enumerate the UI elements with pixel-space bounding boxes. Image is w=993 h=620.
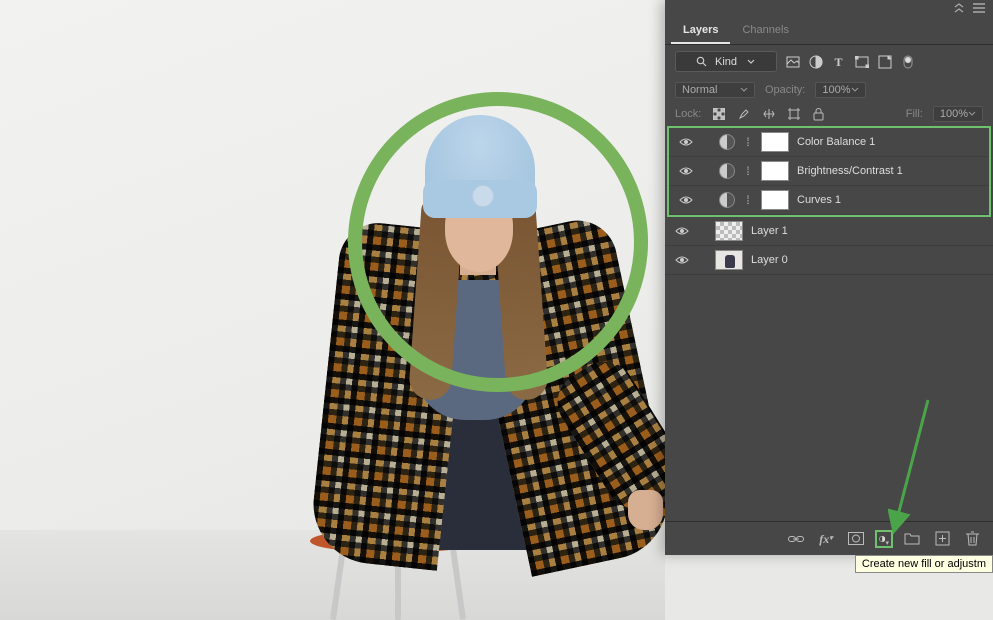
layer-row-adjustment[interactable]: ⁞ Curves 1 (669, 186, 989, 215)
blend-mode-value: Normal (682, 84, 717, 96)
blend-mode-select[interactable]: Normal (675, 82, 755, 98)
annotation-layer-highlight: ⁞ Color Balance 1 ⁞ Brightness/Contrast … (667, 126, 991, 217)
visibility-eye-icon[interactable] (675, 253, 689, 267)
layer-name[interactable]: Layer 0 (751, 254, 983, 266)
opacity-input[interactable]: 100% (815, 82, 865, 98)
visibility-eye-icon[interactable] (679, 164, 693, 178)
tooltip: Create new fill or adjustm (855, 555, 993, 573)
layers-panel-footer: fx▾ ▾ (665, 521, 993, 555)
visibility-eye-icon[interactable] (675, 224, 689, 238)
filter-type-icon[interactable]: T (831, 54, 846, 69)
layer-row[interactable]: Layer 1 (665, 217, 993, 246)
lock-all-icon[interactable] (811, 107, 826, 122)
panel-tabs: Layers Channels (665, 18, 993, 45)
photo-hand (628, 490, 663, 530)
fill-value: 100% (940, 108, 968, 120)
lock-transparency-icon[interactable] (711, 107, 726, 122)
fill-label: Fill: (906, 108, 923, 120)
document-canvas[interactable] (0, 0, 665, 620)
lock-brush-icon[interactable] (736, 107, 751, 122)
layer-mask-thumbnail[interactable] (761, 161, 789, 181)
tab-channels[interactable]: Channels (730, 18, 800, 44)
layer-name[interactable]: Color Balance 1 (797, 136, 979, 148)
lock-row: Lock: Fill: 100% (665, 102, 993, 126)
layer-row[interactable]: Layer 0 (665, 246, 993, 275)
layers-panel: Layers Channels Kind T (665, 0, 993, 555)
layer-mask-thumbnail[interactable] (761, 132, 789, 152)
panel-menu-icon[interactable] (973, 2, 985, 14)
layer-row-adjustment[interactable]: ⁞ Color Balance 1 (669, 128, 989, 157)
filter-kind-label: Kind (715, 56, 737, 68)
adjustment-layer-icon (719, 134, 735, 150)
layer-name[interactable]: Layer 1 (751, 225, 983, 237)
search-icon (694, 54, 709, 69)
mask-link-icon[interactable]: ⁞ (743, 193, 753, 207)
opacity-label: Opacity: (765, 84, 805, 96)
filter-toggle-icon[interactable] (900, 54, 915, 69)
mask-link-icon[interactable]: ⁞ (743, 135, 753, 149)
chevron-down-icon (851, 86, 859, 94)
tab-layers[interactable]: Layers (671, 18, 730, 44)
new-group-icon[interactable] (903, 530, 921, 548)
filter-pixel-icon[interactable] (785, 54, 800, 69)
fill-input[interactable]: 100% (933, 106, 983, 122)
layer-thumbnail[interactable] (715, 250, 743, 270)
new-layer-icon[interactable] (933, 530, 951, 548)
layer-mask-thumbnail[interactable] (761, 190, 789, 210)
photo-beanie-patch (472, 185, 494, 207)
panel-topbar (665, 0, 993, 18)
blend-mode-row: Normal Opacity: 100% (665, 78, 993, 102)
delete-layer-icon[interactable] (963, 530, 981, 548)
layer-thumbnail[interactable] (715, 221, 743, 241)
filter-shape-icon[interactable] (854, 54, 869, 69)
layers-list: ⁞ Color Balance 1 ⁞ Brightness/Contrast … (665, 126, 993, 521)
visibility-eye-icon[interactable] (679, 193, 693, 207)
opacity-value: 100% (822, 84, 850, 96)
new-adjustment-layer-icon[interactable]: ▾ (875, 530, 893, 548)
chevron-down-icon (968, 110, 976, 118)
adjustment-layer-icon (719, 163, 735, 179)
filter-smartobject-icon[interactable] (877, 54, 892, 69)
lock-artboard-icon[interactable] (786, 107, 801, 122)
chevron-down-icon (740, 86, 748, 94)
lock-position-icon[interactable] (761, 107, 776, 122)
lock-label: Lock: (675, 108, 701, 120)
link-layers-icon[interactable] (787, 530, 805, 548)
adjustment-layer-icon (719, 192, 735, 208)
collapse-panel-icon[interactable] (953, 2, 965, 14)
visibility-eye-icon[interactable] (679, 135, 693, 149)
filter-kind-select[interactable]: Kind (675, 51, 777, 72)
chevron-down-icon (743, 54, 758, 69)
layer-name[interactable]: Brightness/Contrast 1 (797, 165, 979, 177)
mask-link-icon[interactable]: ⁞ (743, 164, 753, 178)
layer-name[interactable]: Curves 1 (797, 194, 979, 206)
layer-row-adjustment[interactable]: ⁞ Brightness/Contrast 1 (669, 157, 989, 186)
filter-adjustment-icon[interactable] (808, 54, 823, 69)
add-mask-icon[interactable] (847, 530, 865, 548)
layer-style-icon[interactable]: fx▾ (817, 530, 835, 548)
layer-filter-row: Kind T (665, 45, 993, 78)
